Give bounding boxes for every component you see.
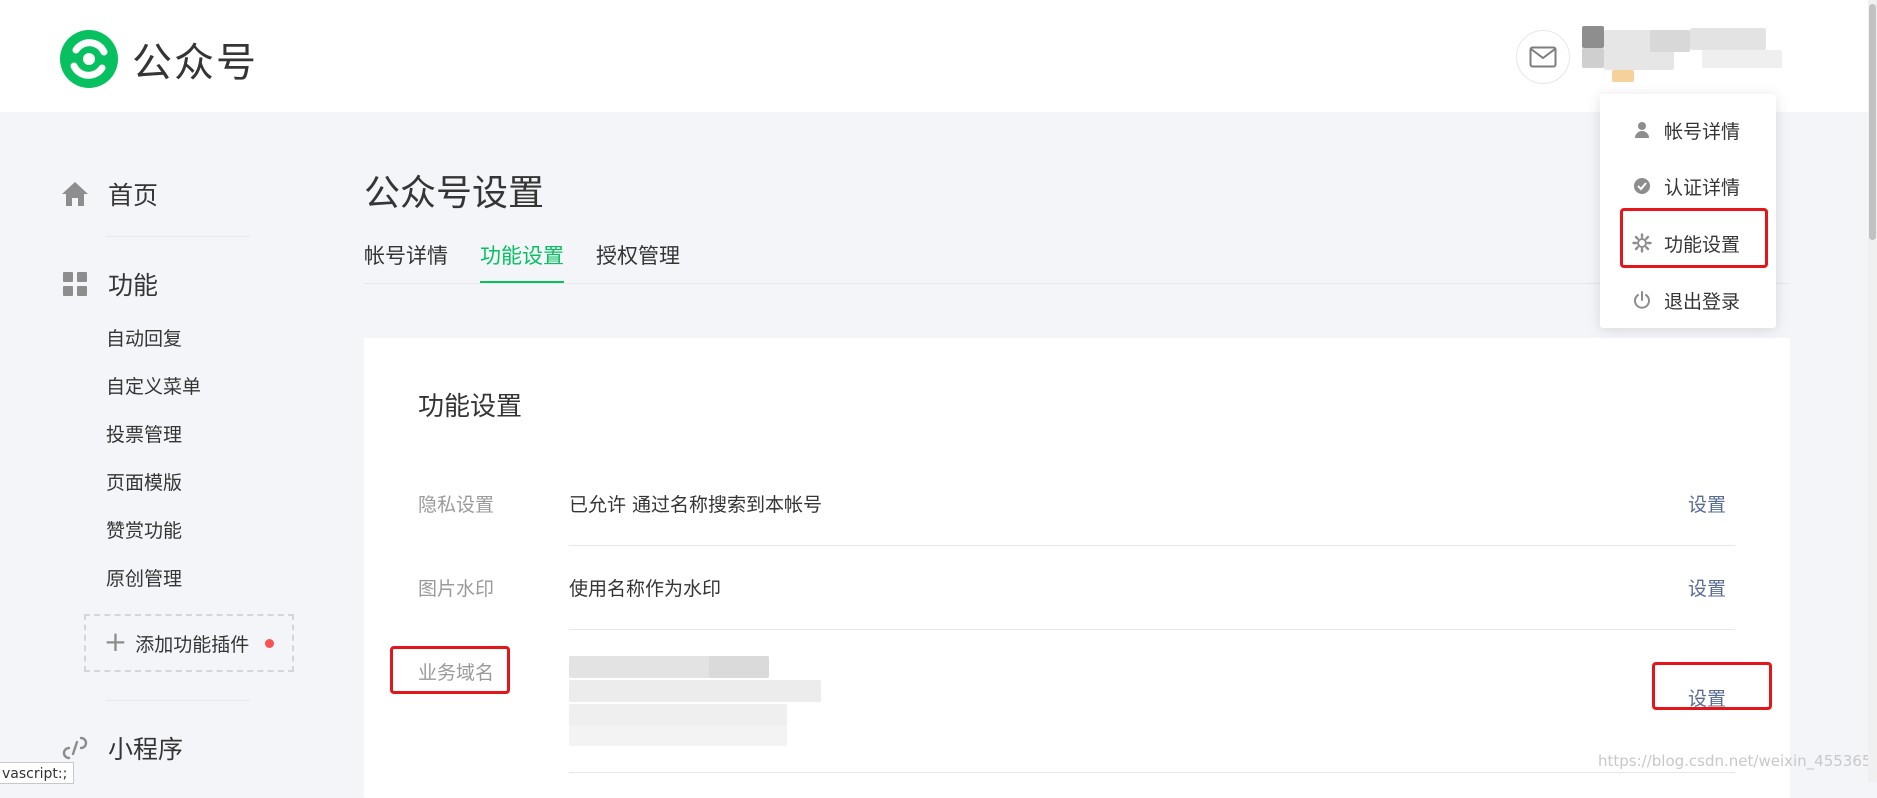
annotation-box-settings-link [1652, 662, 1772, 710]
tab-feature-settings[interactable]: 功能设置 [480, 240, 564, 284]
sidebar-item-label: 功能 [108, 271, 159, 300]
brand-name: 公众号 [132, 40, 258, 86]
sidebar-item-label: 首页 [108, 181, 159, 210]
add-plugin-button[interactable]: + 添加功能插件 [84, 614, 294, 672]
mail-button[interactable] [1516, 30, 1570, 84]
sidebar-item-home[interactable]: 首页 [60, 176, 158, 212]
sidebar-item-mini-program[interactable]: 小程序 [60, 730, 183, 766]
menu-item-label: 认证详情 [1664, 176, 1741, 199]
row-label: 隐私设置 [418, 494, 495, 516]
menu-item-label: 帐号详情 [1664, 120, 1741, 143]
sidebar-divider [106, 236, 250, 237]
menu-item-logout[interactable]: 退出登录 [1600, 272, 1776, 328]
row-divider [569, 629, 1735, 630]
sidebar-item-original-management[interactable]: 原创管理 [106, 564, 182, 591]
sidebar-item-label: 小程序 [108, 735, 184, 764]
source-watermark: https://blog.csdn.net/weixin_45536587 [1598, 752, 1877, 770]
scrollbar-thumb[interactable] [1869, 4, 1876, 240]
sidebar-item-vote-management[interactable]: 投票管理 [106, 420, 182, 447]
sidebar-item-page-template[interactable]: 页面模版 [106, 468, 182, 495]
link-icon [62, 736, 88, 760]
power-icon [1632, 290, 1652, 310]
watermark-settings-link[interactable]: 设置 [1688, 574, 1726, 601]
feature-settings-card: 功能设置 隐私设置 已允许 通过名称搜索到本帐号 设置 图片水印 使用名称作为水… [364, 338, 1790, 798]
status-bar-tooltip: vascript:; [0, 762, 74, 784]
sidebar-item-custom-menu[interactable]: 自定义菜单 [106, 372, 201, 399]
top-header: 公众号 [0, 0, 1877, 112]
row-divider [569, 772, 1735, 773]
wechat-official-logo-icon[interactable] [58, 28, 120, 90]
page-scrollbar[interactable] [1868, 0, 1877, 782]
menu-item-verification-details[interactable]: 认证详情 [1600, 158, 1776, 214]
user-icon [1632, 120, 1652, 140]
sidebar-item-reward[interactable]: 赞赏功能 [106, 516, 182, 543]
annotation-box-feature-settings [1620, 208, 1768, 268]
tab-account-details[interactable]: 帐号详情 [364, 240, 448, 284]
row-value: 使用名称作为水印 [569, 578, 722, 600]
settings-tabs: 帐号详情 功能设置 授权管理 [364, 240, 680, 284]
home-icon [62, 182, 88, 206]
page-title: 公众号设置 [364, 173, 545, 214]
notification-dot [265, 638, 275, 648]
row-divider [569, 545, 1735, 546]
annotation-box-business-domain [390, 646, 510, 694]
account-avatar-blurred[interactable] [1582, 26, 1782, 82]
row-value: 已允许 通过名称搜索到本帐号 [569, 494, 823, 516]
grid-icon [63, 272, 87, 296]
mail-icon [1529, 46, 1557, 68]
verified-icon [1632, 176, 1652, 196]
menu-item-label: 退出登录 [1664, 290, 1741, 313]
sidebar-item-auto-reply[interactable]: 自动回复 [106, 324, 182, 351]
privacy-settings-link[interactable]: 设置 [1688, 490, 1726, 517]
business-domain-value-blurred [569, 656, 829, 748]
plus-icon: + [103, 624, 128, 658]
tab-authorization-management[interactable]: 授权管理 [596, 240, 680, 284]
sidebar: 首页 功能 自动回复 自定义菜单 投票管理 页面模版 赞赏功能 原创管理 + 添… [0, 112, 340, 782]
row-label: 图片水印 [418, 578, 495, 600]
tabs-divider [364, 283, 1790, 284]
menu-item-account-details[interactable]: 帐号详情 [1600, 102, 1776, 158]
card-title: 功能设置 [418, 392, 523, 422]
add-plugin-label: 添加功能插件 [135, 633, 250, 656]
sidebar-item-features[interactable]: 功能 [60, 266, 158, 302]
sidebar-divider [106, 700, 250, 701]
